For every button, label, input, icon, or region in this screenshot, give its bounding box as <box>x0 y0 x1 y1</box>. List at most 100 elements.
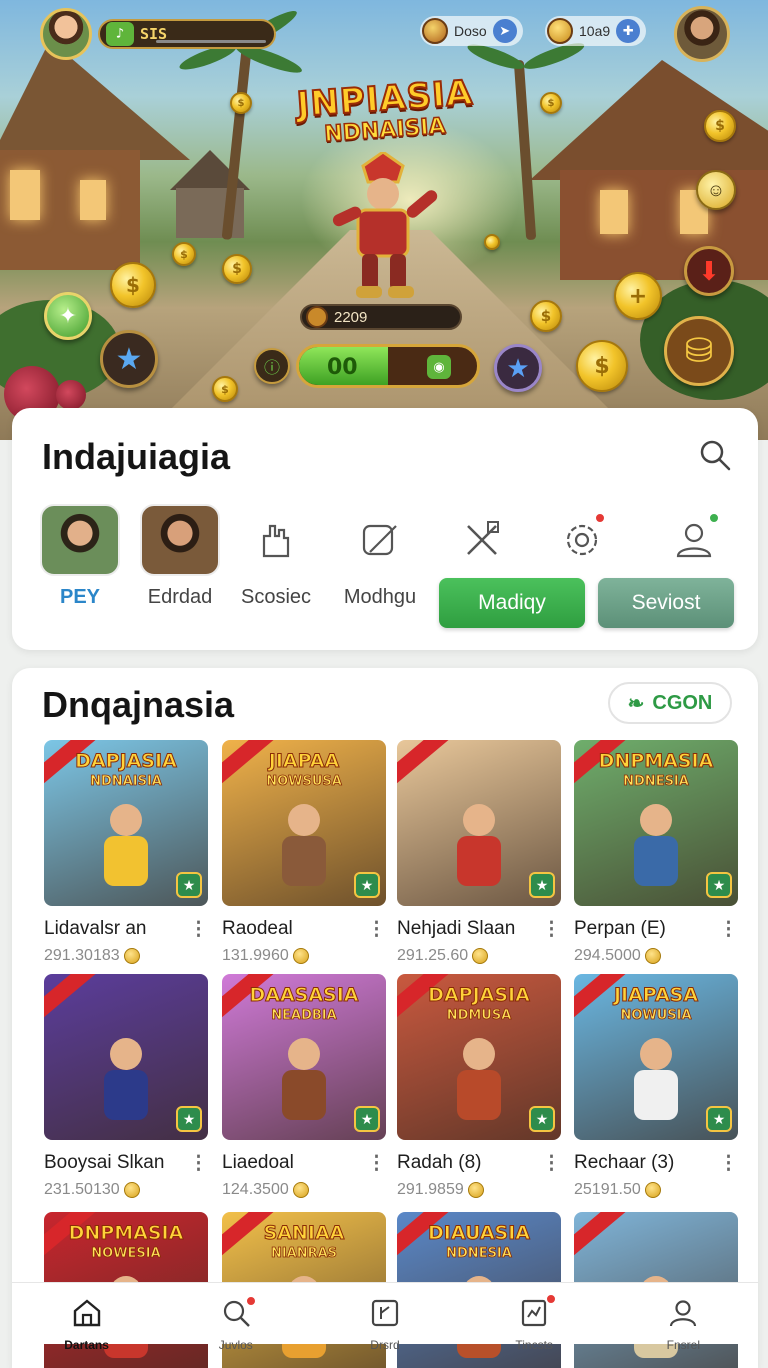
shortcut-modhgu[interactable]: Modhgu <box>334 504 426 609</box>
coin-stack-button[interactable]: ⛁ <box>664 316 734 386</box>
leaf-icon: ❧ <box>627 692 645 715</box>
player-avatar[interactable] <box>40 8 92 60</box>
game-meta-value: 291.30183 <box>44 947 120 964</box>
nav-label: Drsrd <box>370 1338 400 1352</box>
game-tile[interactable]: DAPJASIA NDMUSA ★ Radah (8) ⋮ 291.9859 <box>397 974 561 1199</box>
coin-icon: $ <box>230 92 252 114</box>
tile-logo-line-2: NEADBIA <box>271 1008 337 1024</box>
shortcut-tools[interactable] <box>436 504 528 576</box>
lock-icon: ◉ <box>427 355 451 379</box>
level-progress <box>156 40 266 43</box>
more-options-icon[interactable]: ⋮ <box>367 1152 386 1175</box>
madiqy-button[interactable]: Madiqy <box>439 578 585 628</box>
tile-logo-line-2: NDNESIA <box>623 774 690 790</box>
pey-thumbnail <box>40 504 120 576</box>
gear-icon <box>536 504 628 576</box>
shortcut-pey[interactable]: PEY <box>34 504 126 609</box>
add-icon[interactable]: ✚ <box>616 19 641 43</box>
game-thumbnail: DNPMASIA NDNESIA ★ <box>574 740 738 906</box>
coin-icon: $ <box>222 254 252 284</box>
more-options-icon[interactable]: ⋮ <box>189 1152 208 1175</box>
tile-logo-line-2: NOWSUSA <box>266 774 342 790</box>
coin-icon <box>123 948 140 964</box>
shortcut-profile[interactable] <box>648 504 740 576</box>
nav-tickets[interactable]: Tincsts <box>479 1283 589 1352</box>
player-hud[interactable]: ♪ SIS <box>40 8 276 60</box>
nav-profile[interactable]: Fnsrel <box>628 1283 738 1352</box>
level-bar: ♪ SIS <box>98 19 276 49</box>
shortcut-scosiec[interactable]: Scosiec <box>230 504 322 609</box>
tile-logo-line-2: NDMUSA <box>446 1008 512 1024</box>
game-name-text: Raodeal <box>222 918 293 939</box>
nav-home[interactable]: Dartans <box>32 1283 142 1352</box>
cgon-filter-chip[interactable]: ❧ CGON <box>608 682 732 724</box>
shortcut-edrdad[interactable]: Edrdad <box>134 504 226 609</box>
coin-icon: $ <box>530 300 562 332</box>
game-tile[interactable]: DAPJASIA NDNAISIA ★ Lidavalsr an ⋮ 291.30183 <box>44 740 208 965</box>
more-options-icon[interactable]: ⋮ <box>542 918 561 941</box>
bottom-navigation: Dartans Juvlos Drsrd Tincsts Fnsrel <box>12 1282 758 1352</box>
crossed-tools-icon <box>436 504 528 576</box>
more-options-icon[interactable]: ⋮ <box>542 1152 561 1175</box>
game-name-text: Nehjadi Slaan <box>397 918 516 939</box>
resource-counter-2[interactable]: 10a9 ✚ <box>545 16 647 46</box>
gift-button[interactable]: ✦ <box>44 292 92 340</box>
game-tile[interactable]: JIAPAA NOWSUSA ★ Raodeal ⋮ 131.9960 <box>222 740 386 965</box>
character-illustration <box>104 1038 148 1120</box>
favorites-button[interactable]: ★ <box>100 330 158 388</box>
more-options-icon[interactable]: ⋮ <box>367 918 386 941</box>
game-thumbnail: JIAPAA NOWSUSA ★ <box>222 740 386 906</box>
game-tile[interactable]: DAASASIA NEADBIA ★ Liaedoal ⋮ 124.3500 <box>222 974 386 1199</box>
tile-logo-line-2: NIANRAS <box>270 1246 338 1262</box>
online-dot <box>708 512 720 524</box>
new-ribbon <box>397 740 453 788</box>
game-tile[interactable]: JIAPASA NOWUSIA ★ Rechaar (3) ⋮ 25191.50 <box>574 974 738 1199</box>
tile-logo-line-2: NDNESIA <box>446 1246 513 1262</box>
more-options-icon[interactable]: ⋮ <box>719 918 738 941</box>
character-illustration <box>282 1038 326 1120</box>
game-tile[interactable]: DNPMASIA NDNESIA ★ Perpan (E) ⋮ 294.5000 <box>574 740 738 965</box>
star-icon: ★ <box>115 342 143 376</box>
search-icon[interactable] <box>698 438 732 472</box>
character-illustration <box>457 804 501 886</box>
game-name-text: Perpan (E) <box>574 918 666 939</box>
star-bonus-button[interactable]: ★ <box>494 344 542 392</box>
arrow-down-icon: ⬇ <box>698 255 720 286</box>
right-house <box>530 40 768 280</box>
shortcut-settings[interactable] <box>536 504 628 576</box>
energy-bar[interactable]: 00 ◉ <box>296 344 480 388</box>
diamond-icon: ✦ <box>58 303 78 328</box>
opponent-avatar[interactable] <box>674 6 730 62</box>
info-icon: ⓘ <box>263 360 280 377</box>
game-meta-value: 25191.50 <box>574 1181 641 1198</box>
nav-label: Juvlos <box>218 1338 253 1352</box>
nav-search[interactable]: Juvlos <box>181 1283 291 1352</box>
coin-icon <box>472 948 489 964</box>
resource-counter-1[interactable]: Doso ➤ <box>420 16 523 46</box>
game-name: Liaedoal ⋮ <box>222 1152 386 1175</box>
coin-icon: $ <box>576 340 628 392</box>
nav-label: Fnsrel <box>666 1338 701 1352</box>
download-button[interactable]: ⬇ <box>684 246 734 296</box>
emoji-button[interactable]: ☺ <box>696 170 736 210</box>
seviost-button[interactable]: Seviost <box>598 578 734 628</box>
coin-icon <box>467 1182 484 1198</box>
new-ribbon <box>574 1212 630 1260</box>
shortcut-label: Scosiec <box>240 586 312 608</box>
coin-icon <box>123 1182 140 1198</box>
game-meta: 25191.50 <box>574 1181 738 1199</box>
game-tile[interactable]: ★ Booysai Slkan ⋮ 231.50130 <box>44 974 208 1199</box>
hero-banner: $ $ $ $ $ $ $ + $ $ JNPIASIA NDNAISIA ♪ … <box>0 0 768 440</box>
coin-icon <box>292 948 309 964</box>
more-options-icon[interactable]: ⋮ <box>189 918 208 941</box>
star-badge-icon: ★ <box>354 1106 380 1132</box>
game-tile[interactable]: ★ Nehjadi Slaan ⋮ 291.25.60 <box>397 740 561 965</box>
more-options-icon[interactable]: ⋮ <box>719 1152 738 1175</box>
coin-icon <box>644 948 661 964</box>
nav-center[interactable]: Drsrd <box>330 1283 440 1352</box>
music-note-icon: ♪ <box>106 22 134 46</box>
character-illustration <box>634 1038 678 1120</box>
tile-logo-line-2: NDNAISIA <box>90 774 163 790</box>
compass-icon[interactable]: ➤ <box>492 19 517 43</box>
info-button[interactable]: ⓘ <box>254 348 290 384</box>
